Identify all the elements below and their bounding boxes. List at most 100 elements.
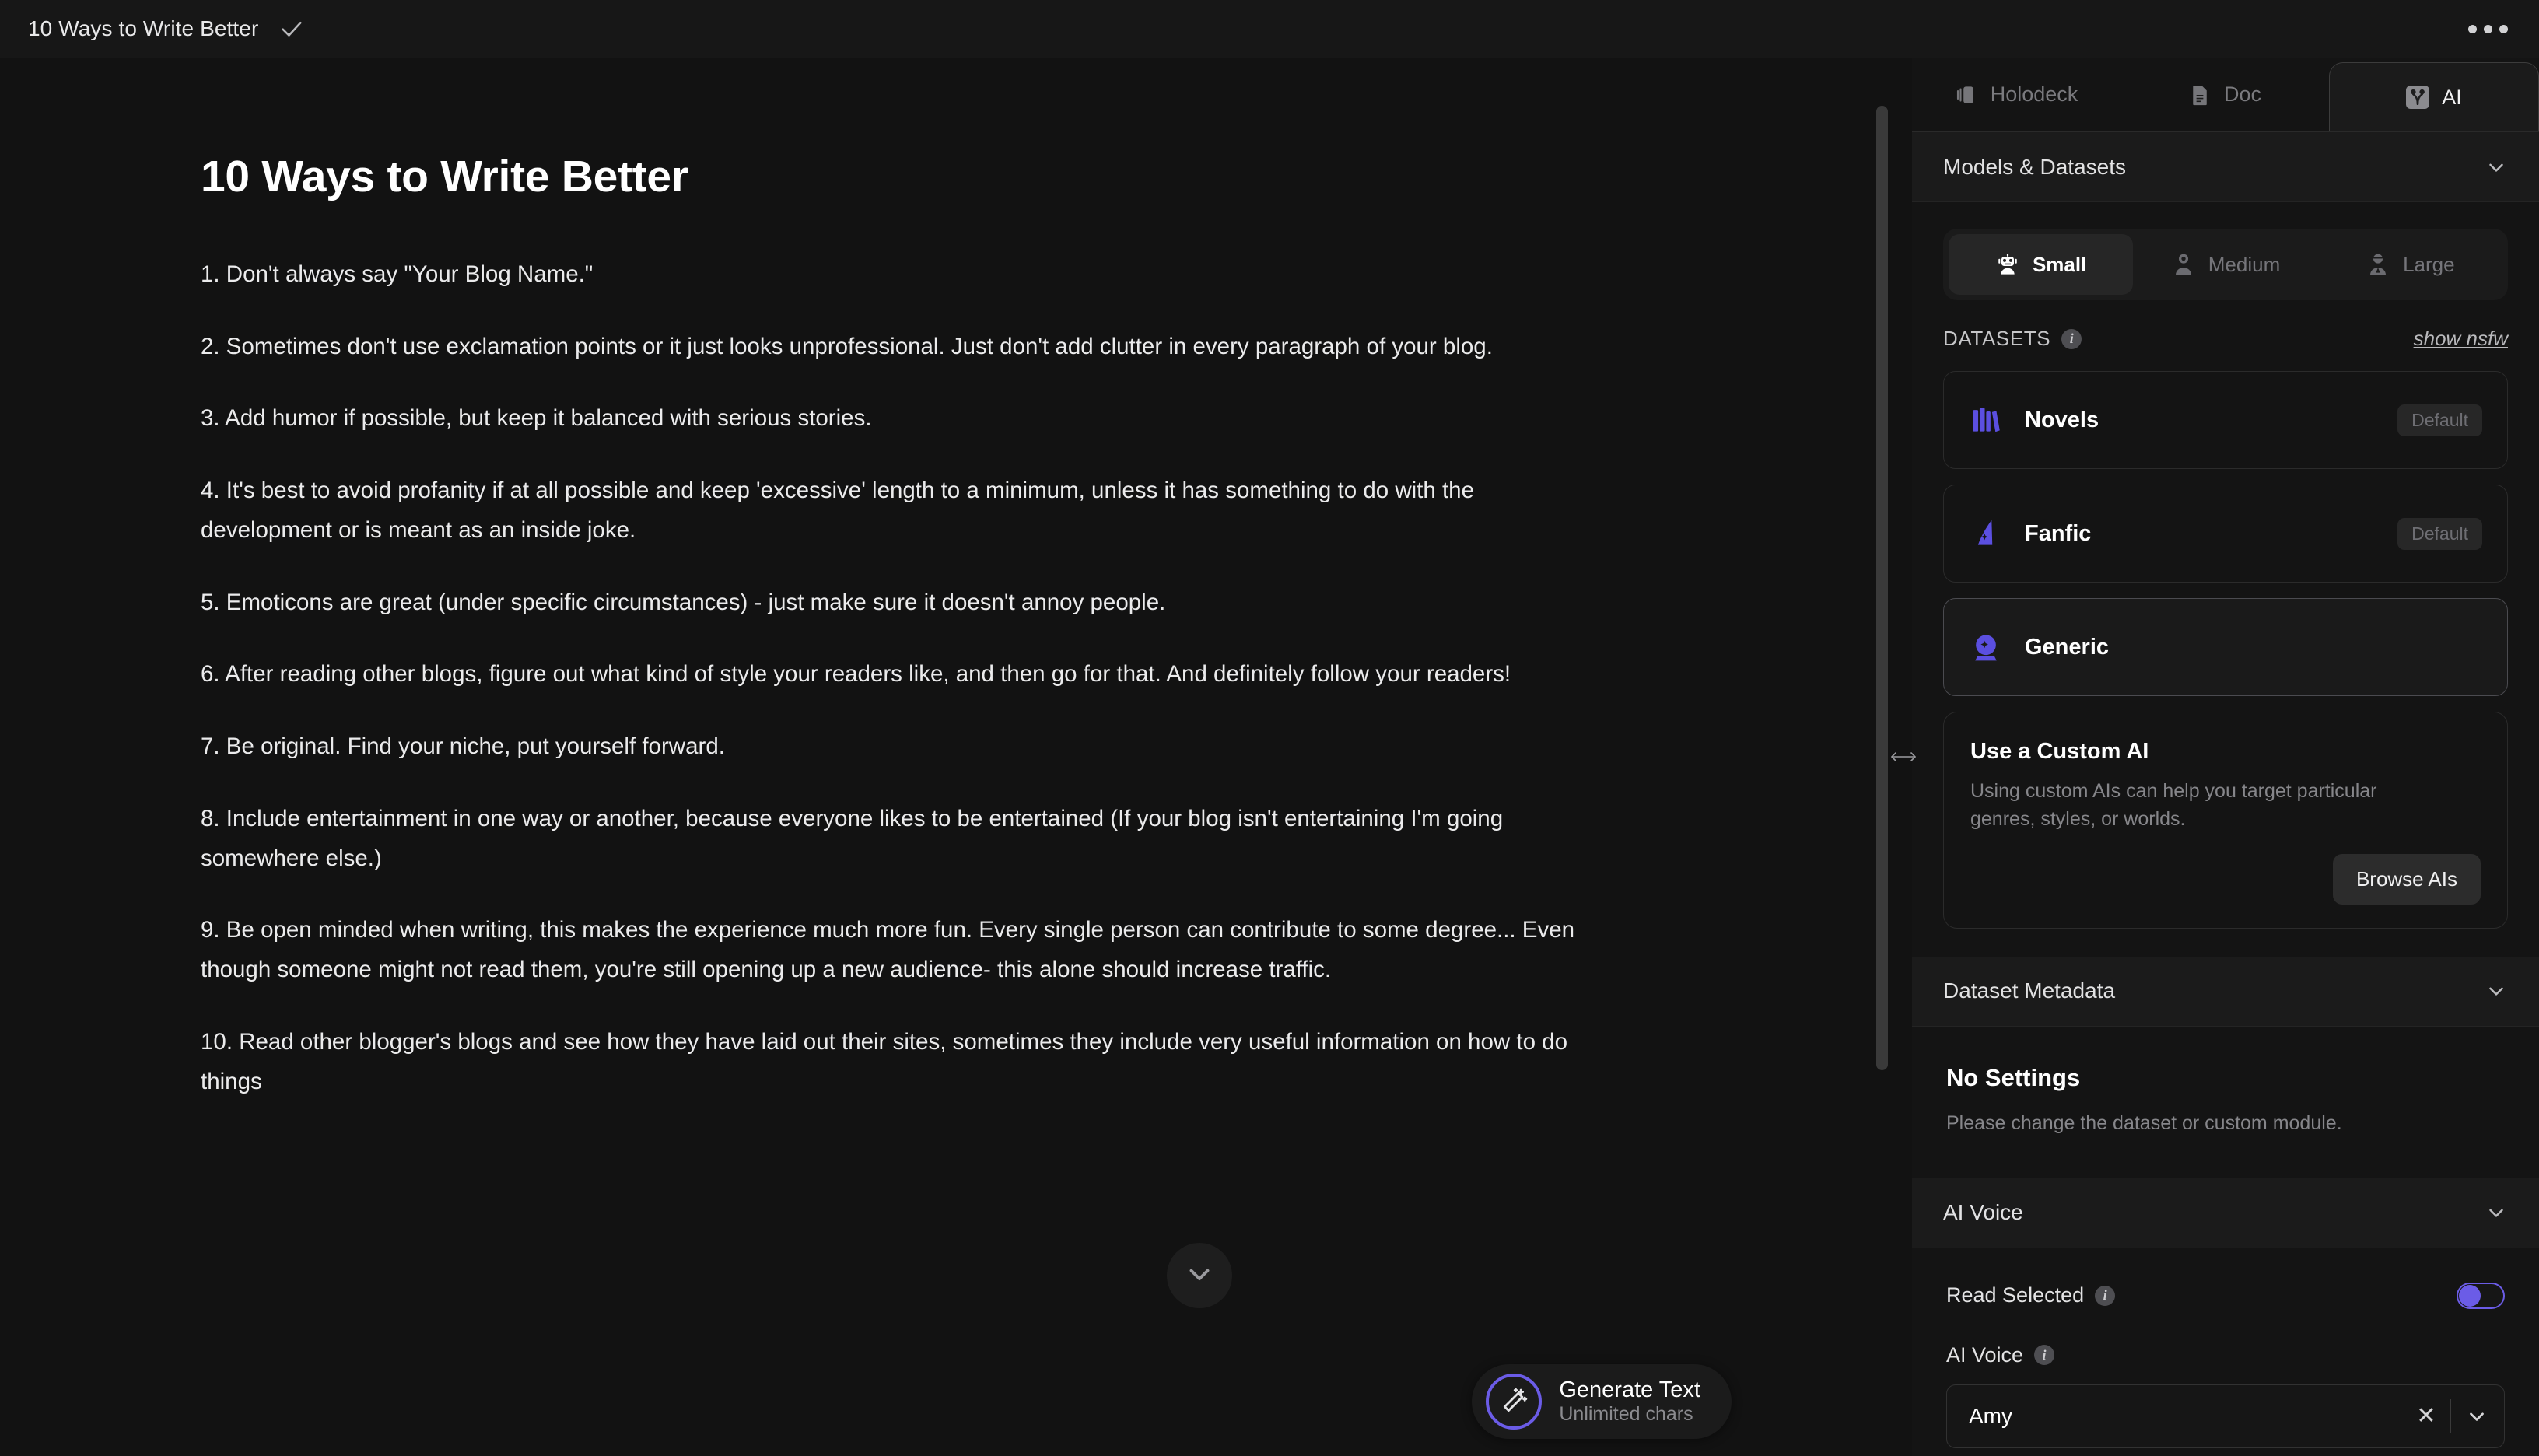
section-dataset-metadata-header[interactable]: Dataset Metadata bbox=[1912, 956, 2539, 1027]
datasets-header-left: DATASETS i bbox=[1943, 327, 2082, 351]
document-paragraph: 4. It's best to avoid profanity if at al… bbox=[201, 478, 1474, 543]
document-paragraph: 7. Be original. Find your niche, put you… bbox=[201, 733, 725, 760]
generate-text-labels: Generate Text Unlimited chars bbox=[1559, 1377, 1700, 1426]
wizard-hat-icon bbox=[1969, 516, 2003, 551]
ai-voice-body: Read Selected i AI Voice i Amy ✕ bbox=[1912, 1248, 2539, 1456]
dataset-name: Generic bbox=[2025, 634, 2109, 660]
top-bar: 10 Ways to Write Better bbox=[0, 0, 2539, 58]
dataset-name: Novels bbox=[2025, 407, 2099, 432]
document-title[interactable]: 10 Ways to Write Better bbox=[28, 16, 258, 41]
section-models-datasets-title: Models & Datasets bbox=[1943, 154, 2126, 179]
model-size-medium-label: Medium bbox=[2208, 252, 2281, 276]
dataset-item-generic[interactable]: Generic bbox=[1943, 598, 2508, 696]
ai-icon bbox=[2406, 86, 2430, 109]
document-paragraph: 2. Sometimes don't use exclamation point… bbox=[201, 333, 1493, 359]
dataset-item-fanfic[interactable]: Fanfic Default bbox=[1943, 485, 2508, 583]
custom-ai-actions: Browse AIs bbox=[1970, 853, 2481, 905]
dataset-name: Fanfic bbox=[2025, 520, 2092, 546]
check-icon bbox=[278, 16, 305, 42]
document-paragraph: 5. Emoticons are great (under specific c… bbox=[201, 589, 1166, 615]
chevron-down-icon bbox=[1183, 1258, 1216, 1294]
select-separator bbox=[2450, 1398, 2451, 1433]
main-area: 10 Ways to Write Better 1. Don't always … bbox=[0, 58, 2539, 1456]
document-heading: 10 Ways to Write Better bbox=[201, 152, 688, 201]
datasets-label: DATASETS bbox=[1943, 327, 2051, 350]
tab-ai-label: AI bbox=[2442, 85, 2462, 109]
section-models-datasets-header[interactable]: Models & Datasets bbox=[1912, 132, 2539, 202]
books-icon bbox=[1969, 403, 2003, 437]
no-settings-title: No Settings bbox=[1946, 1063, 2081, 1091]
toggle-knob bbox=[2459, 1284, 2481, 1307]
ai-voice-select[interactable]: Amy ✕ bbox=[1946, 1384, 2505, 1448]
dataset-metadata-empty-state: No Settings Please change the dataset or… bbox=[1912, 1026, 2539, 1178]
tab-doc[interactable]: Doc bbox=[2121, 58, 2329, 131]
datasets-header: DATASETS i show nsfw bbox=[1943, 327, 2508, 351]
tab-holodeck-label: Holodeck bbox=[1990, 82, 2078, 106]
right-side-panel: Holodeck Doc AI Models & Datasets Small … bbox=[1912, 58, 2539, 1456]
ai-voice-field-label: AI Voice bbox=[1946, 1342, 2024, 1367]
tab-doc-label: Doc bbox=[2223, 82, 2261, 106]
magic-wand-icon bbox=[1486, 1374, 1543, 1430]
custom-ai-description: Using custom AIs can help you target par… bbox=[1970, 780, 2377, 831]
read-selected-row: Read Selected i bbox=[1946, 1282, 2505, 1309]
info-icon[interactable]: i bbox=[2034, 1345, 2055, 1365]
person-icon bbox=[2366, 252, 2390, 277]
editor-pane: 10 Ways to Write Better 1. Don't always … bbox=[0, 58, 1895, 1456]
document-paragraph: 10. Read other blogger's blogs and see h… bbox=[201, 1028, 1567, 1094]
section-ai-voice-header[interactable]: AI Voice bbox=[1912, 1178, 2539, 1248]
read-selected-label-group: Read Selected i bbox=[1946, 1283, 2116, 1307]
no-settings-description: Please change the dataset or custom modu… bbox=[1946, 1111, 2342, 1134]
tab-ai[interactable]: AI bbox=[2329, 62, 2539, 131]
model-size-medium[interactable]: Medium bbox=[2133, 234, 2317, 295]
ai-voice-field-label-group: AI Voice i bbox=[1946, 1343, 2505, 1367]
custom-ai-title: Use a Custom AI bbox=[1970, 739, 2149, 764]
chevron-down-icon[interactable] bbox=[2485, 156, 2508, 179]
dataset-badge: Default bbox=[2397, 517, 2482, 550]
info-icon[interactable]: i bbox=[2061, 328, 2082, 349]
document-paragraph: 9. Be open minded when writing, this mak… bbox=[201, 917, 1575, 983]
horizontal-resize-icon bbox=[1889, 741, 1917, 772]
document-paragraph: 6. After reading other blogs, figure out… bbox=[201, 661, 1511, 688]
section-dataset-metadata-title: Dataset Metadata bbox=[1943, 978, 2116, 1003]
model-size-switch: Small Medium Large bbox=[1943, 229, 2508, 300]
model-size-small-label: Small bbox=[2032, 252, 2087, 276]
model-size-large[interactable]: Large bbox=[2318, 234, 2502, 295]
info-icon[interactable]: i bbox=[2095, 1285, 2116, 1306]
chevron-down-icon[interactable] bbox=[2485, 979, 2508, 1003]
holodeck-icon bbox=[1955, 83, 1978, 107]
close-icon[interactable]: ✕ bbox=[2408, 1402, 2444, 1430]
ai-voice-selected-value: Amy bbox=[1969, 1403, 2012, 1428]
more-options-icon[interactable] bbox=[2465, 14, 2511, 44]
generate-text-subtitle: Unlimited chars bbox=[1559, 1403, 1693, 1426]
generate-text-title: Generate Text bbox=[1559, 1377, 1700, 1403]
robot-icon bbox=[1995, 252, 2020, 277]
scroll-to-bottom-button[interactable] bbox=[1167, 1243, 1232, 1308]
chevron-down-icon[interactable] bbox=[2457, 1405, 2496, 1428]
models-datasets-body: Small Medium Large DATASETS i show nsfw … bbox=[1912, 202, 2539, 957]
custom-ai-card: Use a Custom AI Using custom AIs can hel… bbox=[1943, 712, 2508, 929]
dataset-item-novels[interactable]: Novels Default bbox=[1943, 371, 2508, 469]
document-paragraph: 1. Don't always say "Your Blog Name." bbox=[201, 261, 594, 287]
document-icon bbox=[2188, 83, 2212, 107]
generate-text-button[interactable]: Generate Text Unlimited chars bbox=[1472, 1364, 1732, 1439]
document-paragraph: 3. Add humor if possible, but keep it ba… bbox=[201, 405, 872, 432]
document-paragraph: 8. Include entertainment in one way or a… bbox=[201, 805, 1504, 871]
read-selected-toggle[interactable] bbox=[2457, 1282, 2505, 1309]
chevron-down-icon[interactable] bbox=[2485, 1201, 2508, 1224]
crystal-ball-icon bbox=[1969, 630, 2003, 664]
tab-holodeck[interactable]: Holodeck bbox=[1912, 58, 2121, 131]
app-root: 10 Ways to Write Better 10 Ways to Write… bbox=[0, 0, 2539, 1456]
read-selected-label: Read Selected bbox=[1946, 1283, 2085, 1307]
editor-scrollbar-thumb[interactable] bbox=[1876, 106, 1888, 1070]
astronaut-icon bbox=[2171, 252, 2196, 277]
panel-tabs: Holodeck Doc AI bbox=[1912, 58, 2539, 132]
model-size-large-label: Large bbox=[2403, 252, 2455, 276]
browse-ais-button[interactable]: Browse AIs bbox=[2332, 853, 2481, 905]
show-nsfw-link[interactable]: show nsfw bbox=[2414, 327, 2508, 351]
document-editor[interactable]: 10 Ways to Write Better 1. Don't always … bbox=[0, 58, 1602, 1101]
model-size-small[interactable]: Small bbox=[1949, 234, 2134, 295]
panel-content: Models & Datasets Small Medium Large DAT… bbox=[1912, 132, 2539, 1456]
dataset-badge: Default bbox=[2397, 404, 2482, 436]
section-ai-voice-title: AI Voice bbox=[1943, 1200, 2023, 1224]
panel-resize-handle[interactable] bbox=[1876, 58, 1916, 1456]
